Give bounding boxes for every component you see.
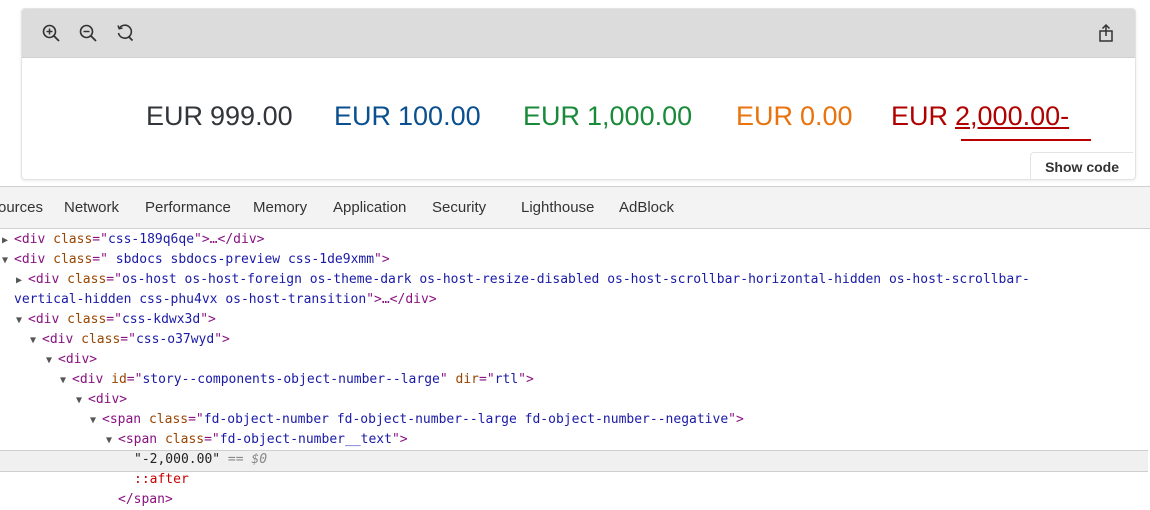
object-number-negative: EUR 2,000.00-	[891, 101, 1070, 131]
collapse-triangle-icon[interactable]: ▼	[16, 311, 28, 331]
storybook-preview: EUR 999.00 EUR 100.00 EUR 1,000.00 EUR 0.00 …	[0, 0, 1150, 180]
preview-card: EUR 999.00 EUR 100.00 EUR 1,000.00 EUR 0.00 …	[21, 8, 1136, 180]
collapse-triangle-icon[interactable]: ▼	[30, 331, 42, 351]
tab-lighthouse[interactable]: Lighthouse	[521, 199, 594, 216]
tab-memory[interactable]: Memory	[253, 199, 307, 216]
collapse-triangle-icon[interactable]: ▼	[90, 411, 102, 431]
tab-application[interactable]: Application	[333, 199, 406, 216]
collapse-triangle-icon[interactable]: ▼	[46, 351, 58, 371]
collapse-triangle-icon[interactable]: ▼	[2, 251, 14, 271]
expand-triangle-icon[interactable]: ▶	[16, 271, 28, 291]
share-icon[interactable]	[1096, 23, 1116, 43]
dom-node[interactable]: ▶ <div class="os-host os-host-foreign os-…	[16, 270, 1030, 290]
negative-underline	[961, 139, 1091, 141]
dom-node[interactable]: ▼ <div id="story--components-object-numbe…	[60, 370, 534, 390]
dom-closing-tag: </span>	[118, 492, 173, 507]
dom-node-continued: vertical-hidden css-phu4vx os-host-trans…	[14, 292, 437, 307]
object-number-100: EUR 100.00	[334, 101, 481, 131]
dom-text-node-selected[interactable]: "-2,000.00" == $0	[134, 450, 267, 470]
collapse-triangle-icon[interactable]: ▼	[60, 371, 72, 391]
object-number-0: EUR 0.00	[736, 101, 853, 131]
collapse-triangle-icon[interactable]: ▼	[76, 391, 88, 411]
object-number-1000: EUR 1,000.00	[523, 101, 693, 131]
tab-adblock[interactable]: AdBlock	[619, 199, 674, 216]
tab-security[interactable]: Security	[432, 199, 486, 216]
tab-performance[interactable]: Performance	[145, 199, 231, 216]
object-number-999: EUR 999.00	[146, 101, 293, 131]
preview-toolbar	[22, 9, 1135, 58]
dom-node[interactable]: ▼ <span class="fd-object-number__text">	[106, 430, 408, 450]
dom-node[interactable]: ▼ <div class="css-kdwx3d">	[16, 310, 216, 330]
dom-node[interactable]: ▼ <div class="css-o37wyd">	[30, 330, 230, 350]
reset-zoom-icon[interactable]	[115, 23, 135, 43]
tab-sources[interactable]: ources	[0, 199, 43, 216]
zoom-out-icon[interactable]	[78, 23, 98, 43]
expand-triangle-icon[interactable]: ▶	[2, 231, 14, 251]
dom-pseudo-element[interactable]: ::after	[134, 470, 189, 490]
object-numbers-row: EUR 999.00 EUR 100.00 EUR 1,000.00 EUR 0.00 …	[22, 101, 1135, 141]
dom-node[interactable]: ▶ <div class="css-189q6qe">…</div>	[2, 230, 264, 250]
dom-node[interactable]: ▼ <div>	[76, 390, 127, 410]
devtools-panel: ources Network Performance Memory Applic…	[0, 186, 1150, 510]
show-code-button[interactable]: Show code	[1030, 152, 1133, 179]
devtools-tabbar: ources Network Performance Memory Applic…	[0, 187, 1150, 229]
tab-network[interactable]: Network	[64, 199, 119, 216]
dom-node[interactable]: ▼ <span class="fd-object-number fd-object…	[90, 410, 744, 430]
collapse-triangle-icon[interactable]: ▼	[106, 431, 118, 451]
zoom-in-icon[interactable]	[41, 23, 61, 43]
dom-node[interactable]: ▼ <div class=" sbdocs sbdocs-preview css-…	[2, 250, 390, 270]
dom-node[interactable]: ▼ <div>	[46, 350, 97, 370]
dom-tree: ▶ <div class="css-189q6qe">…</div> ▼ <div …	[0, 230, 1150, 510]
